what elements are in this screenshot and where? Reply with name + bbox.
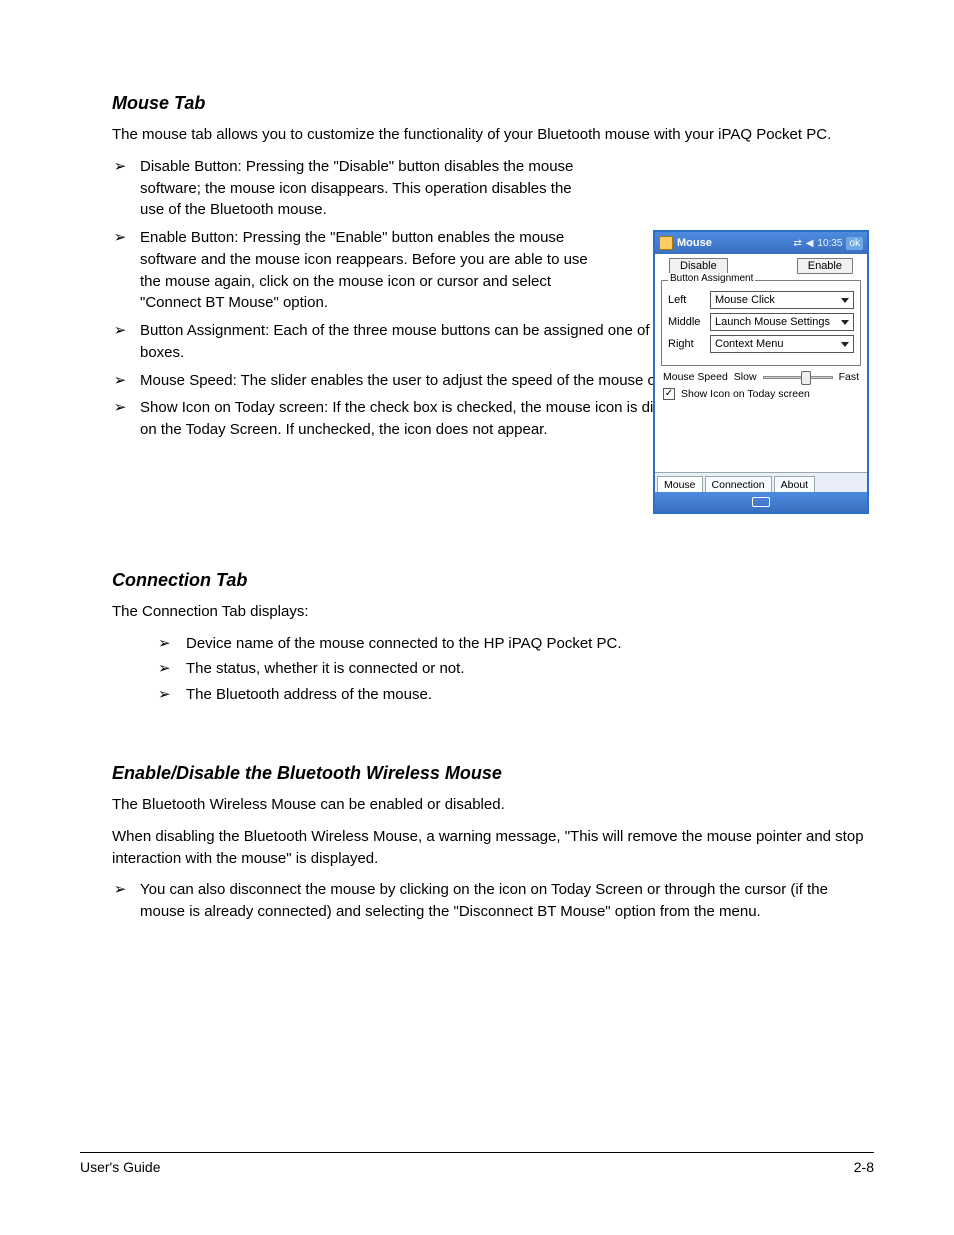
bullet-arrow-icon: ➢ [158, 658, 171, 680]
speed-fast-label: Fast [839, 371, 859, 383]
right-dropdown-value: Context Menu [715, 338, 783, 350]
connectivity-icon: ⇄ [793, 238, 801, 249]
device-tabs: Mouse Connection About [655, 472, 867, 492]
tab-about[interactable]: About [774, 476, 815, 493]
device-bottom-bar [655, 492, 867, 512]
right-label: Right [668, 338, 704, 350]
bullet-text: Device name of the mouse connected to th… [186, 635, 622, 652]
chevron-down-icon [841, 320, 849, 325]
footer-right: 2-8 [854, 1159, 874, 1175]
bullet-arrow-icon: ➢ [112, 879, 128, 901]
button-assignment-group: Button Assignment Left Mouse Click Middl… [661, 280, 861, 366]
section-heading-enable: Enable/Disable the Bluetooth Wireless Mo… [112, 760, 874, 786]
left-dropdown-value: Mouse Click [715, 294, 775, 306]
section-body-enable: When disabling the Bluetooth Wireless Mo… [112, 826, 874, 870]
bullet-arrow-icon: ➢ [112, 156, 128, 178]
section-lead-connection: The Connection Tab displays: [112, 601, 874, 623]
bullet-arrow-icon: ➢ [158, 633, 171, 655]
footer-left: User's Guide [80, 1159, 160, 1175]
device-titlebar: Mouse ⇄ ◀ 10:35 ok [655, 232, 867, 254]
right-dropdown[interactable]: Context Menu [710, 335, 854, 353]
chevron-down-icon [841, 342, 849, 347]
middle-dropdown-value: Launch Mouse Settings [715, 316, 830, 328]
middle-dropdown[interactable]: Launch Mouse Settings [710, 313, 854, 331]
speed-slow-label: Slow [734, 371, 757, 383]
left-dropdown[interactable]: Mouse Click [710, 291, 854, 309]
embedded-device-screenshot: Mouse ⇄ ◀ 10:35 ok Disable Enable Button… [653, 230, 869, 514]
clock-text: 10:35 [817, 238, 842, 249]
show-icon-checkbox[interactable]: ✓ [663, 388, 675, 400]
disable-button[interactable]: Disable [669, 258, 728, 274]
mouse-speed-label: Mouse Speed [663, 371, 728, 383]
group-legend: Button Assignment [668, 273, 755, 284]
keyboard-icon[interactable] [752, 497, 770, 507]
bullet-text: The status, whether it is connected or n… [186, 660, 464, 677]
chevron-down-icon [841, 298, 849, 303]
bullet-arrow-icon: ➢ [112, 370, 128, 392]
show-icon-label: Show Icon on Today screen [681, 388, 810, 400]
left-label: Left [668, 294, 704, 306]
device-title: Mouse [677, 237, 712, 249]
tab-mouse[interactable]: Mouse [657, 476, 703, 493]
volume-icon: ◀ [806, 238, 814, 249]
section-heading-connection: Connection Tab [112, 567, 874, 593]
bullet-arrow-icon: ➢ [112, 320, 128, 342]
section-heading-mouse: Mouse Tab [112, 90, 874, 116]
mouse-speed-slider[interactable] [763, 370, 833, 384]
bullet-text: The Bluetooth address of the mouse. [186, 686, 432, 703]
enable-button[interactable]: Enable [797, 258, 853, 274]
section-lead-mouse: The mouse tab allows you to customize th… [112, 124, 874, 146]
section-lead-enable: The Bluetooth Wireless Mouse can be enab… [112, 794, 874, 816]
tab-connection[interactable]: Connection [705, 476, 772, 493]
bullet-arrow-icon: ➢ [112, 227, 128, 249]
bullet-text: You can also disconnect the mouse by cli… [140, 881, 828, 920]
ok-button[interactable]: ok [846, 237, 863, 250]
bullet-text: Disable Button: Pressing the "Disable" b… [140, 158, 573, 219]
bullet-text: Enable Button: Pressing the "Enable" but… [140, 229, 588, 311]
middle-label: Middle [668, 316, 704, 328]
bullet-arrow-icon: ➢ [112, 397, 128, 419]
bullet-arrow-icon: ➢ [158, 684, 171, 706]
start-icon [659, 236, 673, 250]
